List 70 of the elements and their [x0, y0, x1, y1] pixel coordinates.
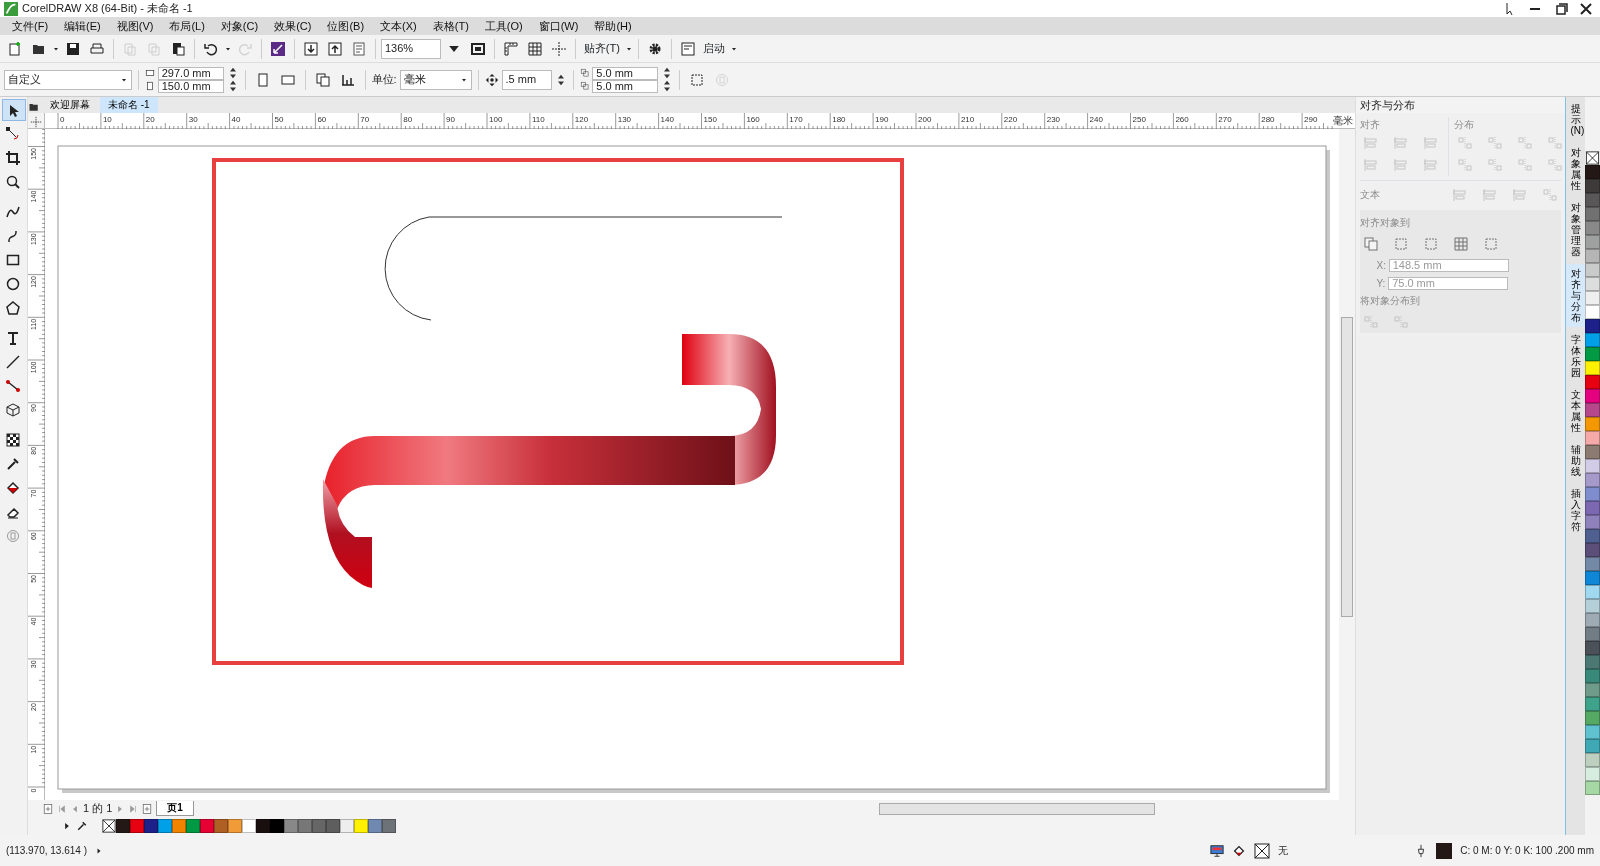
- ruler-label: 190: [875, 115, 889, 124]
- coordinate-label: X:: [1376, 258, 1386, 273]
- window-title: CorelDRAW X8 (64-Bit) - 未命名 -1: [22, 1, 193, 17]
- document-tab[interactable]: 未命名 -1: [100, 97, 158, 113]
- ruler-label: 240: [1089, 115, 1103, 124]
- ruler-label: 270: [1218, 115, 1232, 124]
- document-tab[interactable]: 欢迎屏幕: [42, 97, 98, 113]
- menu-item[interactable]: 编辑(E): [56, 17, 109, 35]
- menu-item[interactable]: 对象(C): [212, 17, 267, 35]
- duplicate-distance-field[interactable]: 5.0 mm: [592, 66, 659, 80]
- section-label: 分布: [1454, 118, 1475, 132]
- ruler-unit: 毫米: [1333, 115, 1353, 126]
- section-label: 对齐对象到: [1360, 216, 1411, 231]
- ruler-label: 150: [703, 115, 717, 124]
- launch-dropdown[interactable]: 启动: [700, 40, 729, 57]
- page-counter: 1 的 1: [83, 801, 113, 817]
- ruler-label: 110: [531, 115, 545, 124]
- ruler-label: 290: [1304, 115, 1318, 124]
- ruler-label: 30: [188, 115, 198, 124]
- ruler-label: 200: [918, 115, 932, 124]
- menu-item[interactable]: 文本(X): [372, 17, 425, 35]
- coordinate-label: Y:: [1376, 276, 1386, 291]
- ruler-label: 50: [274, 115, 284, 124]
- section-label: 将对象分布到: [1360, 294, 1421, 309]
- docker-tab[interactable]: 对齐与分布: [1566, 264, 1585, 327]
- ruler-label: 220: [1003, 115, 1018, 124]
- fill-status: 无: [1278, 844, 1289, 858]
- menu-item[interactable]: 文件(F): [4, 17, 57, 35]
- ruler-label: 180: [832, 115, 846, 124]
- ruler-label: 90: [446, 115, 455, 124]
- ruler-label: 0: [60, 115, 65, 124]
- ruler-label: 160: [746, 115, 760, 124]
- snap-dropdown[interactable]: 贴齐(T): [581, 40, 623, 57]
- ruler-label: 250: [1132, 115, 1146, 124]
- ruler-label: 280: [1261, 115, 1275, 124]
- menu-item[interactable]: 效果(C): [266, 17, 320, 35]
- preset-dropdown[interactable]: 自定义: [4, 69, 132, 90]
- ruler-label: 80: [403, 115, 413, 124]
- section-label: 对齐: [1360, 118, 1381, 132]
- menu-item[interactable]: 位图(B): [319, 17, 373, 35]
- ruler-label: 100: [489, 115, 503, 124]
- preset-value: 自定义: [8, 72, 41, 88]
- ruler-label: 60: [317, 115, 327, 124]
- size-field[interactable]: 297.0 mm: [157, 66, 224, 80]
- page-tab[interactable]: 页1: [156, 801, 194, 816]
- ruler-label: 10: [102, 115, 112, 124]
- ruler-label: 70: [360, 115, 370, 124]
- ruler-label: 20: [145, 115, 155, 124]
- menu-item[interactable]: 窗口(W): [530, 17, 587, 35]
- menu-item[interactable]: 帮助(H): [586, 17, 640, 35]
- menu-item[interactable]: 工具(O): [476, 17, 531, 35]
- ruler-label: 40: [231, 115, 241, 124]
- ruler-label: 260: [1175, 115, 1189, 124]
- menu-item[interactable]: 视图(V): [108, 17, 162, 35]
- cursor-coordinates: (113.970, 13.614 ): [6, 844, 87, 858]
- ruler-label: 140: [660, 115, 674, 124]
- ruler-label: 210: [960, 115, 975, 124]
- ruler-label: 230: [1046, 115, 1061, 124]
- ruler-label: 130: [617, 115, 632, 124]
- ruler-label: 120: [574, 115, 589, 124]
- nudge-field[interactable]: .5 mm: [501, 69, 552, 90]
- outline-status: C: 0 M: 0 Y: 0 K: 100 .200 mm: [1460, 844, 1594, 858]
- units-value: 毫米: [403, 72, 426, 88]
- units-label: 单位:: [371, 72, 397, 88]
- section-label: 文本: [1360, 188, 1380, 203]
- menu-item[interactable]: 表格(T): [424, 17, 477, 35]
- zoom-field[interactable]: 136%: [381, 38, 441, 59]
- units-dropdown[interactable]: 毫米: [399, 69, 472, 90]
- menu-item[interactable]: 布局(L): [161, 17, 213, 35]
- ruler-label: 170: [789, 115, 803, 124]
